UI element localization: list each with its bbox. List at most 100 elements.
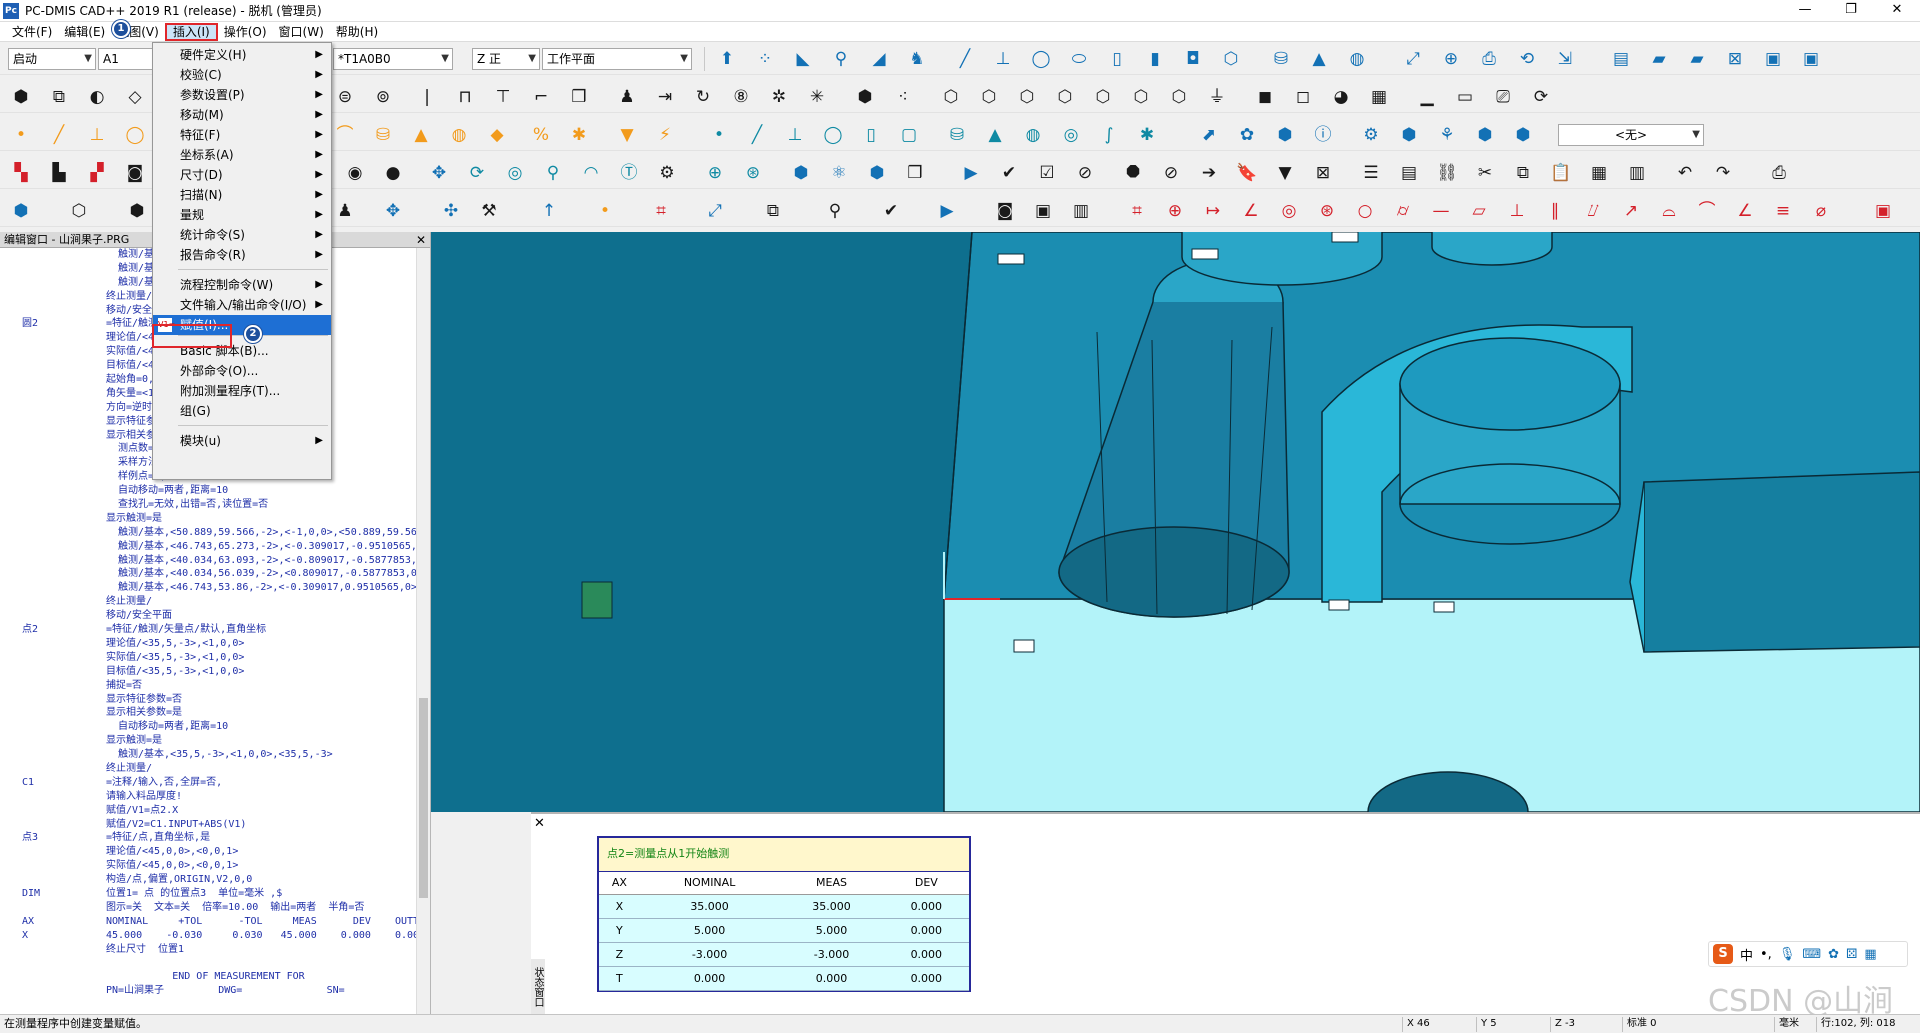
list-icon[interactable]: ☰ [1358, 160, 1384, 186]
check-doc-icon[interactable]: ☑ [1034, 160, 1060, 186]
cube-camera-icon[interactable]: ⬢ [1510, 122, 1536, 148]
cube-tree-icon[interactable]: ⚘ [1434, 122, 1460, 148]
microphone-icon[interactable]: 🎙 [1779, 947, 1796, 962]
skin-icon[interactable]: ✿ [1828, 947, 1839, 962]
menu-window[interactable]: 窗口(W) [273, 23, 330, 41]
code-line[interactable]: 触测/基本,<50.889,59.566,-2>,<-1,0,0>,<50.88… [0, 526, 416, 540]
dim-profile-line-icon[interactable]: ⌒ [1694, 198, 1720, 224]
points-icon[interactable]: ⁘ [752, 46, 778, 72]
sphere-dark-icon[interactable]: ● [380, 160, 406, 186]
report-add-icon[interactable]: ▞ [84, 160, 110, 186]
point-teal-icon[interactable]: • [706, 122, 732, 148]
cross-pattern-icon[interactable]: ⌗ [648, 198, 674, 224]
code-line[interactable]: 构造/点,偏置,ORIGIN,V2,0,0 [0, 873, 416, 887]
code-line[interactable]: 赋值/V2=C1.INPUT+ABS(V1) [0, 818, 416, 832]
sphere-auto-icon[interactable]: ◍ [446, 122, 472, 148]
code-line[interactable]: END OF MEASUREMENT FOR [0, 970, 416, 984]
bookmark-clear-icon[interactable]: ⊠ [1310, 160, 1336, 186]
check-2-icon[interactable]: ✔ [878, 198, 904, 224]
surface-icon[interactable]: ◢ [866, 46, 892, 72]
dim-location-icon[interactable]: ⌗ [1124, 198, 1150, 224]
ime-lang[interactable]: 中 [1740, 945, 1753, 964]
dim-straightness-icon[interactable]: — [1428, 198, 1454, 224]
move-icon[interactable]: ✥ [426, 160, 452, 186]
paste-icon[interactable]: 📋 [1548, 160, 1574, 186]
view-right-icon[interactable]: ⬡ [1128, 84, 1154, 110]
dim-coaxial-icon[interactable]: ⊛ [1314, 198, 1340, 224]
add-align-icon[interactable]: ⊕ [1438, 46, 1464, 72]
code-line[interactable]: 终止测量/ [0, 762, 416, 776]
screen-icon[interactable]: ⎚ [1490, 84, 1516, 110]
cone-auto-icon[interactable]: ▲ [408, 122, 434, 148]
code-line[interactable]: 触测/基本,<40.034,56.039,-2>,<0.809017,-0.58… [0, 567, 416, 581]
operator-icon[interactable]: ♞ [904, 46, 930, 72]
wireframe-icon[interactable]: ◻ [1290, 84, 1316, 110]
vector-auto-icon[interactable]: ⊥ [84, 122, 110, 148]
dim-angularity-icon[interactable]: ∠ [1732, 198, 1758, 224]
point-auto-icon[interactable]: • [8, 122, 34, 148]
box-icon[interactable]: ❒ [566, 84, 592, 110]
cone-icon[interactable]: ▲ [1306, 46, 1332, 72]
scrollbar-thumb[interactable] [419, 698, 428, 898]
code-line[interactable]: 点3 =特征/点,直角坐标,是 [0, 831, 416, 845]
probe-teal-icon[interactable]: ⚲ [540, 160, 566, 186]
counter-icon[interactable]: ⑧ [728, 84, 754, 110]
next-icon[interactable]: ➔ [1196, 160, 1222, 186]
move-up-icon[interactable]: ⬆ [714, 46, 740, 72]
insert-menu-item[interactable]: 尺寸(D) ▶ [153, 165, 331, 185]
square-slot-icon[interactable]: ▮ [1142, 46, 1168, 72]
code-line[interactable]: DIM 位置1= 点 的位置点3 单位=毫米 ,$ [0, 887, 416, 901]
none-combo[interactable]: <无> ▼ [1558, 124, 1704, 146]
vector-icon[interactable]: ⊥ [990, 46, 1016, 72]
iterative-align-icon[interactable]: ⇲ [1552, 46, 1578, 72]
ime-punct[interactable]: •, [1760, 947, 1772, 962]
dim-total-runout-icon[interactable]: ⌰ [1580, 198, 1606, 224]
insert-menu-item[interactable]: 报告命令(R) ▶ [153, 245, 331, 265]
dim-distance-icon[interactable]: ↦ [1200, 198, 1226, 224]
menu-help[interactable]: 帮助(H) [330, 23, 384, 41]
code-line[interactable] [0, 956, 416, 970]
dim-parallel-icon[interactable]: ∥ [1542, 198, 1568, 224]
arc-auto-icon[interactable]: ⌒ [332, 122, 358, 148]
recall-align-icon[interactable]: ⟲ [1514, 46, 1540, 72]
dim-roundness-icon[interactable]: ○ [1352, 198, 1378, 224]
dim-true-position-icon[interactable]: ⊕ [1162, 198, 1188, 224]
sphere-icon[interactable]: ◍ [1344, 46, 1370, 72]
probe-icon[interactable]: ⚲ [828, 46, 854, 72]
code-line[interactable]: 捕捉=否 [0, 679, 416, 693]
restore-button[interactable]: ❐ [1828, 0, 1874, 22]
clamp-icon[interactable]: ⊤ [490, 84, 516, 110]
block-auto-icon[interactable]: ◆ [484, 122, 510, 148]
save-icon[interactable]: ▣ [1760, 46, 1786, 72]
copy-icon[interactable]: ⧉ [1510, 160, 1536, 186]
rotate-icon[interactable]: ⟳ [464, 160, 490, 186]
bookmark-next-icon[interactable]: ▼ [1272, 160, 1298, 186]
close-file-icon[interactable]: ⊠ [1722, 46, 1748, 72]
chart-view-icon[interactable]: ▥ [1068, 198, 1094, 224]
close-icon[interactable]: ✕ [534, 816, 545, 831]
cube-probe-icon[interactable]: ⬢ [8, 198, 34, 224]
direction-combo[interactable]: Z 正 ▼ [472, 48, 540, 70]
graphics-view[interactable] [532, 232, 1920, 812]
snapshot-icon[interactable]: ◙ [992, 198, 1018, 224]
insert-menu-item[interactable]: 硬件定义(H) ▶ [153, 45, 331, 65]
fixture-icon[interactable]: ⊓ [452, 84, 478, 110]
palette-icon[interactable]: ✿ [1234, 122, 1260, 148]
disable-icon[interactable]: ⊘ [1158, 160, 1184, 186]
grid-menu-icon[interactable]: ▦ [1864, 947, 1876, 962]
menu-edit[interactable]: 编辑(E) [58, 23, 111, 41]
code-line[interactable]: 触测/基本,<46.743,53.86,-2>,<-0.309017,0.951… [0, 581, 416, 595]
undo-icon[interactable]: ↶ [1672, 160, 1698, 186]
slot-teal-icon[interactable]: ▯ [858, 122, 884, 148]
line-dash-icon[interactable]: ▁ [1414, 84, 1440, 110]
close-icon[interactable]: ✕ [416, 232, 426, 248]
align-icon[interactable]: ⤢ [1400, 46, 1426, 72]
cube-edit-icon[interactable]: ⬢ [1272, 122, 1298, 148]
insert-menu-item[interactable]: 校验(C) ▶ [153, 65, 331, 85]
cylinder-icon[interactable]: ⛁ [1268, 46, 1294, 72]
sphere-teal-icon[interactable]: ◍ [1020, 122, 1046, 148]
insert-menu-item[interactable]: 模块(u) ▶ [153, 431, 331, 451]
vector-teal-icon[interactable]: ⊥ [782, 122, 808, 148]
ring-teal-icon[interactable]: ⊛ [740, 160, 766, 186]
cube-solid-icon[interactable]: ⬢ [852, 84, 878, 110]
